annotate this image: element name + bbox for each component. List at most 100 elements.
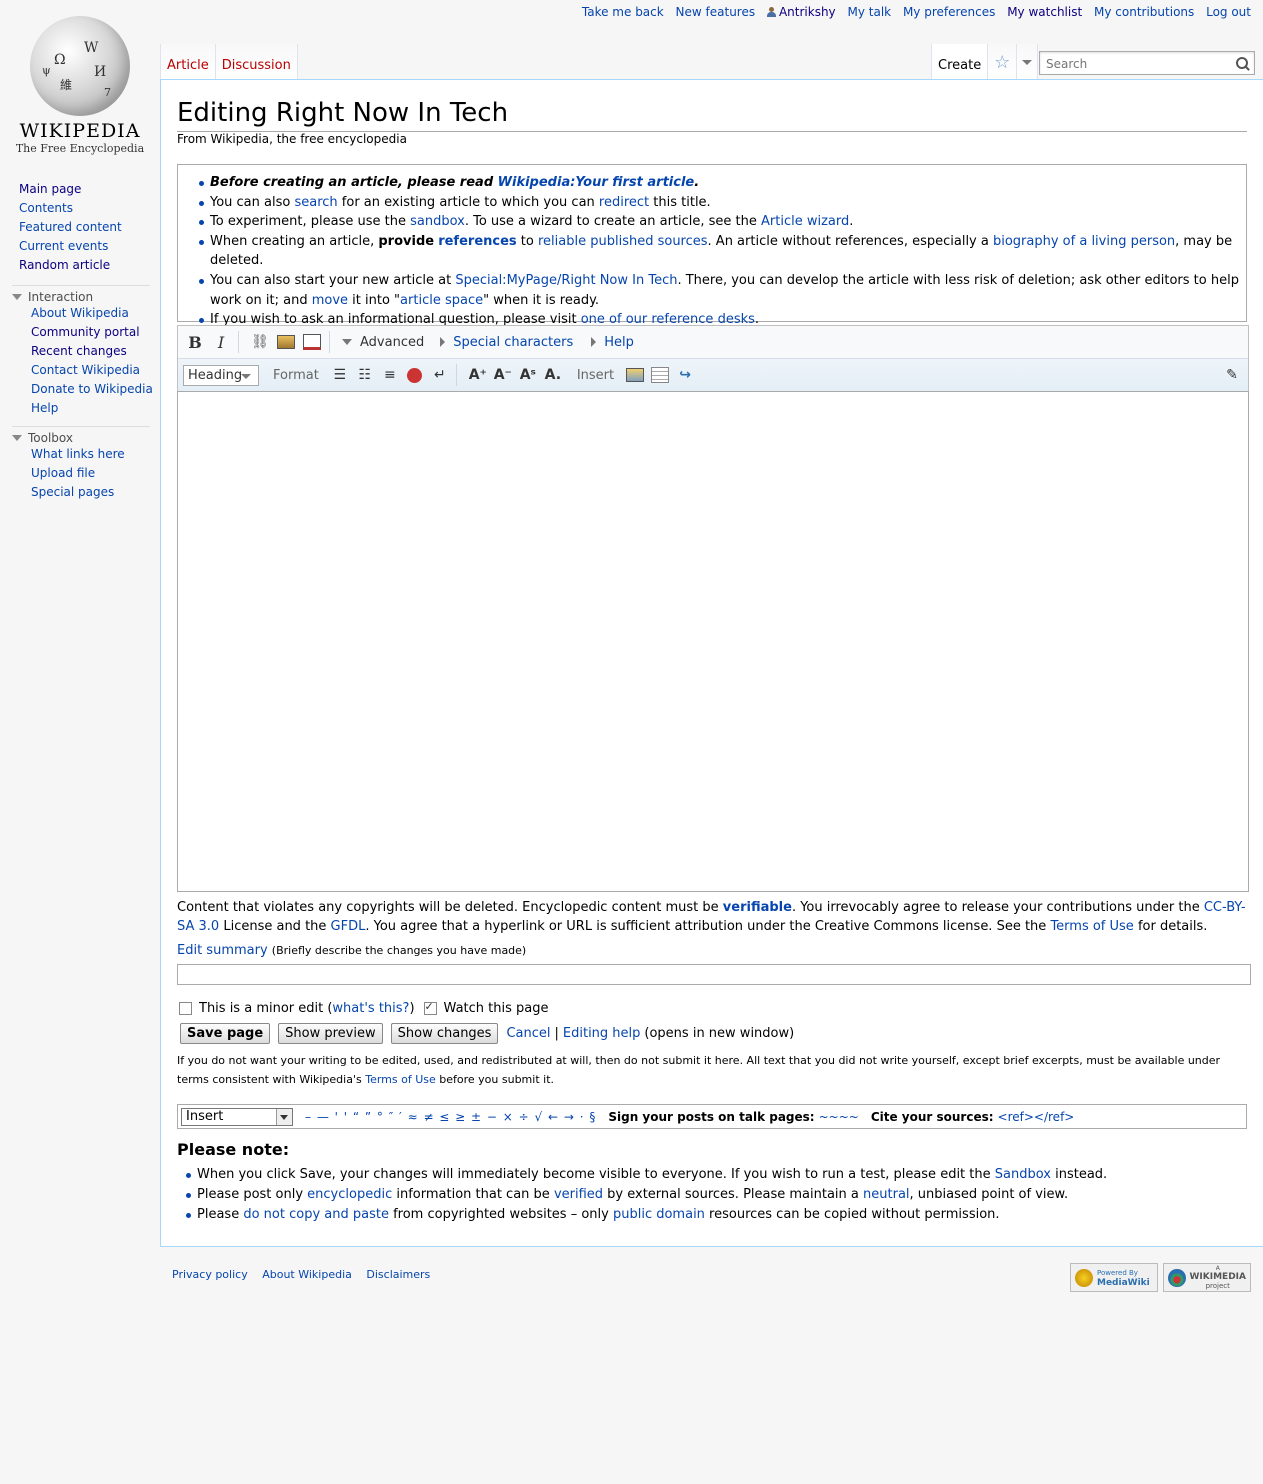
article-wizard-link[interactable]: Article wizard (761, 214, 849, 229)
edit-summary-input[interactable] (177, 964, 1251, 985)
table-icon[interactable] (650, 366, 670, 384)
sidebar-item-main-page[interactable]: Main page (19, 182, 81, 196)
new-features-link[interactable]: New features (676, 5, 756, 19)
charinsert-dropdown[interactable]: Insert (181, 1107, 293, 1126)
sandbox-link[interactable]: sandbox (410, 214, 465, 229)
user-page-link[interactable]: Antrikshy (766, 5, 836, 19)
watch-star-icon[interactable]: ☆ (988, 44, 1018, 80)
superscript-icon[interactable]: Aˢ (518, 366, 538, 384)
privacy-policy-link[interactable]: Privacy policy (172, 1268, 248, 1281)
subscript-icon[interactable]: A. (543, 366, 563, 384)
sidebar-item-recent-changes[interactable]: Recent changes (31, 344, 127, 358)
minor-edit-checkbox[interactable] (179, 1002, 192, 1015)
take-me-back-link[interactable]: Take me back (582, 5, 664, 19)
my-talk-link[interactable]: My talk (847, 5, 891, 19)
edit-summary-link[interactable]: Edit summary (177, 943, 268, 958)
my-contributions-link[interactable]: My contributions (1094, 5, 1194, 19)
indent-icon[interactable]: ≡ (380, 366, 400, 384)
big-text-icon[interactable]: A⁺ (468, 366, 488, 384)
move-link[interactable]: move (312, 293, 348, 308)
sidebar-item-what-links-here[interactable]: What links here (31, 447, 125, 461)
numbered-list-icon[interactable]: ☷ (355, 366, 375, 384)
gfdl-link[interactable]: GFDL (331, 919, 366, 934)
log-out-link[interactable]: Log out (1206, 5, 1251, 19)
my-watchlist-link[interactable]: My watchlist (1007, 5, 1082, 19)
link-icon[interactable]: ⛓ (249, 331, 271, 353)
ref-insert-link[interactable]: <ref></ref> (998, 1110, 1075, 1124)
mypage-link[interactable]: Special:MyPage/Right Now In Tech (455, 273, 677, 288)
article-space-link[interactable]: article space (400, 293, 483, 308)
sidebar-item-community-portal[interactable]: Community portal (31, 325, 140, 339)
show-preview-button[interactable]: Show preview (278, 1023, 383, 1044)
advanced-toggle[interactable]: Advanced (342, 335, 424, 350)
sidebar-item-help[interactable]: Help (31, 401, 58, 415)
terms-of-use-link[interactable]: Terms of Use (1050, 919, 1133, 934)
wikipedia-logo[interactable]: Ω W И 維 ψ 7 WIKIPEDIA The Free Encyclope… (0, 10, 160, 155)
reference-icon[interactable] (301, 331, 323, 353)
sidebar-item-random-article[interactable]: Random article (19, 258, 110, 272)
toolbox-heading[interactable]: Toolbox (12, 426, 150, 445)
encyclopedic-link[interactable]: encyclopedic (307, 1187, 392, 1202)
public-domain-link[interactable]: public domain (613, 1207, 705, 1222)
sandbox-note-link[interactable]: Sandbox (995, 1167, 1051, 1182)
blp-link[interactable]: biography of a living person (993, 234, 1175, 249)
sidebar-item-about-wikipedia[interactable]: About Wikipedia (31, 306, 129, 320)
references-link[interactable]: references (438, 234, 516, 249)
copy-paste-link[interactable]: do not copy and paste (243, 1207, 389, 1222)
editing-help-link[interactable]: Editing help (563, 1026, 641, 1041)
interaction-heading[interactable]: Interaction (12, 285, 150, 304)
sidebar-item-current-events[interactable]: Current events (19, 239, 108, 253)
tab-discussion[interactable]: Discussion (215, 44, 298, 80)
line-break-icon[interactable]: ↵ (430, 366, 450, 384)
special-characters-list[interactable]: – — ' ' “ ” ° ″ ′ ≈ ≠ ≤ ≥ ± − × ÷ √ ← → … (305, 1110, 596, 1124)
bold-icon[interactable]: B (184, 331, 206, 353)
cancel-link[interactable]: Cancel (506, 1026, 550, 1041)
enable-editor-icon[interactable]: ✎ (1222, 366, 1242, 384)
save-page-button[interactable]: Save page (180, 1023, 271, 1044)
sidebar-item-donate[interactable]: Donate to Wikipedia (31, 382, 153, 396)
view-tabs: Create ☆ (931, 44, 1039, 80)
whats-this-link[interactable]: what's this? (332, 1001, 409, 1016)
embedded-file-icon[interactable] (275, 331, 297, 353)
toolbox-portal: What links here Upload file Special page… (0, 445, 160, 502)
more-menu-button[interactable] (1017, 44, 1039, 80)
disclaimers-link[interactable]: Disclaimers (366, 1268, 430, 1281)
your-first-article-link[interactable]: Wikipedia:Your first article (498, 175, 695, 190)
sidebar-item-contact-wikipedia[interactable]: Contact Wikipedia (31, 363, 140, 377)
redirect-link[interactable]: redirect (599, 195, 649, 210)
redirect-icon[interactable]: ↪ (675, 366, 695, 384)
search-input[interactable] (1044, 54, 1228, 74)
tab-article[interactable]: Article (160, 44, 216, 80)
special-characters-toggle[interactable]: Special characters (440, 335, 573, 350)
wikitext-editor[interactable] (177, 391, 1249, 892)
reliable-sources-link[interactable]: reliable published sources (538, 234, 708, 249)
sidebar: Main page Contents Featured content Curr… (0, 180, 160, 502)
edit-buttons: Save page Show preview Show changes Canc… (180, 1023, 794, 1044)
verified-link[interactable]: verified (554, 1187, 603, 1202)
sidebar-item-featured-content[interactable]: Featured content (19, 220, 122, 234)
heading-dropdown[interactable]: Heading (183, 364, 259, 386)
neutral-link[interactable]: neutral (863, 1187, 910, 1202)
small-text-icon[interactable]: A⁻ (493, 366, 513, 384)
no-wiki-icon[interactable] (405, 366, 425, 384)
my-preferences-link[interactable]: My preferences (903, 5, 995, 19)
italic-icon[interactable]: I (210, 331, 232, 353)
sidebar-item-special-pages[interactable]: Special pages (31, 485, 114, 499)
tab-create[interactable]: Create (931, 44, 989, 80)
verifiable-link[interactable]: verifiable (723, 900, 792, 915)
username[interactable]: Antrikshy (779, 5, 836, 19)
show-changes-button[interactable]: Show changes (390, 1023, 499, 1044)
sidebar-item-upload-file[interactable]: Upload file (31, 466, 95, 480)
bulleted-list-icon[interactable]: ☰ (330, 366, 350, 384)
gallery-icon[interactable] (625, 366, 645, 384)
about-wikipedia-link[interactable]: About Wikipedia (262, 1268, 352, 1281)
license-terms-of-use-link[interactable]: Terms of Use (365, 1073, 436, 1086)
watch-page-checkbox[interactable] (423, 1000, 437, 1015)
search-link[interactable]: search (294, 195, 337, 210)
search-icon[interactable] (1236, 57, 1248, 69)
signature-insert-link[interactable]: ~~~~ (819, 1110, 859, 1124)
wikimedia-project-badge[interactable]: A WIKIMEDIA project (1163, 1263, 1251, 1292)
sidebar-item-contents[interactable]: Contents (19, 201, 73, 215)
powered-by-mediawiki-badge[interactable]: Powered By MediaWiki (1070, 1263, 1158, 1292)
help-toggle[interactable]: Help (591, 335, 634, 350)
